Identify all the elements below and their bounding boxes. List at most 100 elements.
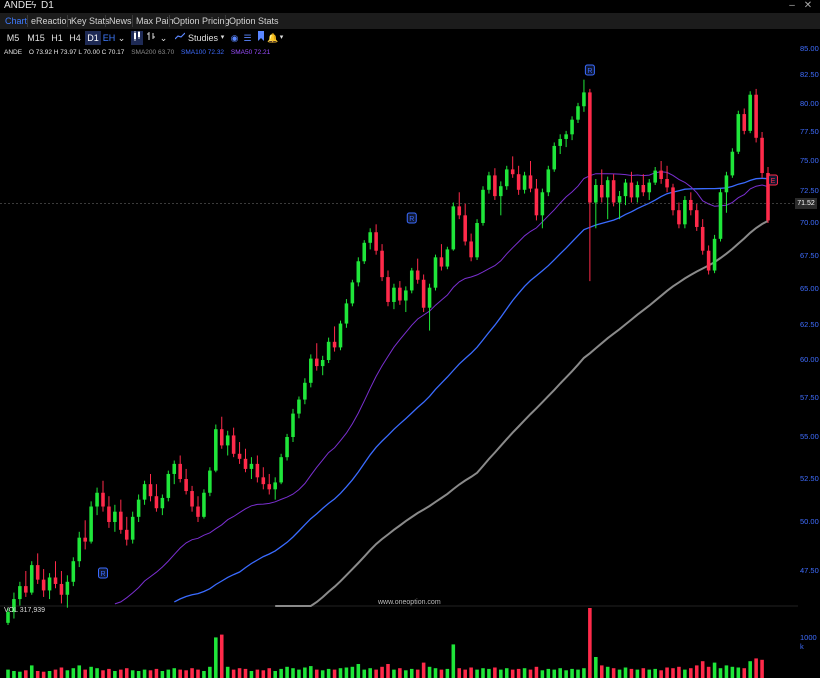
axis-tick: 57.50	[800, 393, 819, 402]
volume-bar	[332, 669, 337, 678]
chevron-down-icon[interactable]: ⌄	[159, 31, 168, 45]
chevron-down-icon[interactable]: ⌄	[117, 31, 126, 45]
candle-body	[214, 429, 218, 471]
volume-bar	[291, 668, 295, 678]
minimize-icon[interactable]: –	[786, 0, 798, 12]
candle-body	[29, 565, 34, 593]
volume-bar	[350, 666, 355, 678]
volume-bar	[493, 667, 497, 678]
volume-bar	[409, 668, 414, 678]
candle-body	[469, 241, 473, 258]
layers-icon[interactable]: ☰	[242, 31, 253, 45]
axis-tick: 65.00	[800, 284, 819, 293]
bookmark-icon[interactable]	[255, 31, 266, 45]
tab-chart[interactable]: Chart	[2, 13, 30, 29]
candle-body	[190, 491, 194, 507]
candle-body	[534, 188, 539, 216]
volume-bar	[380, 666, 384, 678]
volume-bar	[166, 669, 171, 678]
volume-bar	[309, 666, 313, 678]
volume-bar	[178, 669, 182, 678]
volume-bar	[374, 669, 378, 678]
candle-body	[59, 583, 64, 595]
timeframe-h1[interactable]: H1	[49, 31, 65, 45]
volume-bar	[748, 661, 752, 678]
candle-body	[748, 94, 752, 131]
candle-body	[160, 497, 165, 509]
volume-bar	[172, 668, 177, 678]
volume-bar	[142, 669, 147, 678]
candle-body	[154, 496, 159, 509]
volume-bar	[368, 668, 372, 678]
candle-body	[320, 360, 325, 367]
price-chart[interactable]: R R R E	[0, 48, 820, 678]
timeframe-m15[interactable]: M15	[25, 31, 47, 45]
candle-body	[314, 358, 319, 367]
bell-icon[interactable]: 🔔	[267, 31, 278, 45]
volume-bar	[718, 668, 723, 678]
candle-body	[736, 114, 741, 152]
volume-bar	[404, 670, 408, 678]
tab-option-pricing[interactable]: Option Pricing	[170, 13, 233, 29]
candle-body	[712, 238, 717, 271]
candle-body	[754, 94, 758, 138]
caret-down-icon[interactable]: ▾	[278, 31, 285, 45]
candle-body	[344, 303, 349, 324]
candle-body	[225, 435, 230, 446]
candle-body	[309, 358, 313, 383]
studies-icon[interactable]	[174, 31, 186, 45]
volume-bar	[83, 669, 87, 678]
volume-bar	[730, 666, 735, 678]
sma50-line	[114, 171, 769, 605]
candle-body	[564, 134, 568, 139]
axis-tick: 82.50	[800, 70, 819, 79]
candle-body	[730, 151, 735, 176]
timeframe-m5[interactable]: M5	[3, 31, 23, 45]
volume-bar	[522, 668, 527, 678]
volume-axis-tick: 1000 k	[800, 633, 817, 651]
candle-chart-icon[interactable]	[131, 31, 143, 45]
candle-body	[504, 169, 509, 187]
studies-button[interactable]: Studies	[188, 31, 218, 45]
candle-body	[552, 145, 557, 170]
candle-body	[35, 565, 40, 580]
volume-bar	[623, 667, 628, 678]
candle-body	[285, 437, 289, 458]
axis-tick: 55.00	[800, 432, 819, 441]
volume-bar	[635, 669, 640, 678]
tab-news[interactable]: News	[106, 13, 135, 29]
caret-down-icon[interactable]: ▾	[219, 31, 226, 45]
volume-bar	[546, 668, 551, 678]
candle-body	[53, 577, 58, 584]
candle-body	[279, 457, 283, 483]
close-icon[interactable]: ✕	[802, 0, 814, 12]
sma200-line	[275, 220, 769, 607]
candle-body	[386, 277, 390, 302]
volume-bar	[528, 669, 533, 678]
candle-body	[303, 382, 307, 400]
extended-hours-toggle[interactable]: EH	[102, 31, 116, 45]
volume-bar	[445, 668, 450, 678]
lightning-icon: ϟ	[31, 0, 37, 11]
volume-bar	[356, 664, 361, 678]
volume-bar	[136, 671, 141, 678]
axis-tick: 62.50	[800, 320, 819, 329]
candle-body	[528, 175, 533, 189]
volume-bar	[457, 668, 462, 678]
tab-option-stats[interactable]: Option Stats	[226, 13, 282, 29]
timeframe-d1[interactable]: D1	[85, 31, 101, 45]
candle-body	[623, 182, 628, 197]
candle-body	[683, 199, 687, 225]
candle-body	[83, 537, 87, 542]
timeframe-h4[interactable]: H4	[67, 31, 83, 45]
eye-icon[interactable]: ◉	[229, 31, 240, 45]
volume-bar	[119, 669, 123, 678]
window-symbol: ANDE	[4, 0, 32, 11]
volume-bar	[279, 668, 283, 678]
candle-body	[415, 270, 420, 280]
bar-chart-icon[interactable]	[145, 31, 157, 45]
volume-bar	[208, 666, 212, 678]
axis-tick: 67.50	[800, 251, 819, 260]
volume-bar	[499, 669, 503, 678]
volume-label: VOL 317,939	[4, 607, 45, 614]
